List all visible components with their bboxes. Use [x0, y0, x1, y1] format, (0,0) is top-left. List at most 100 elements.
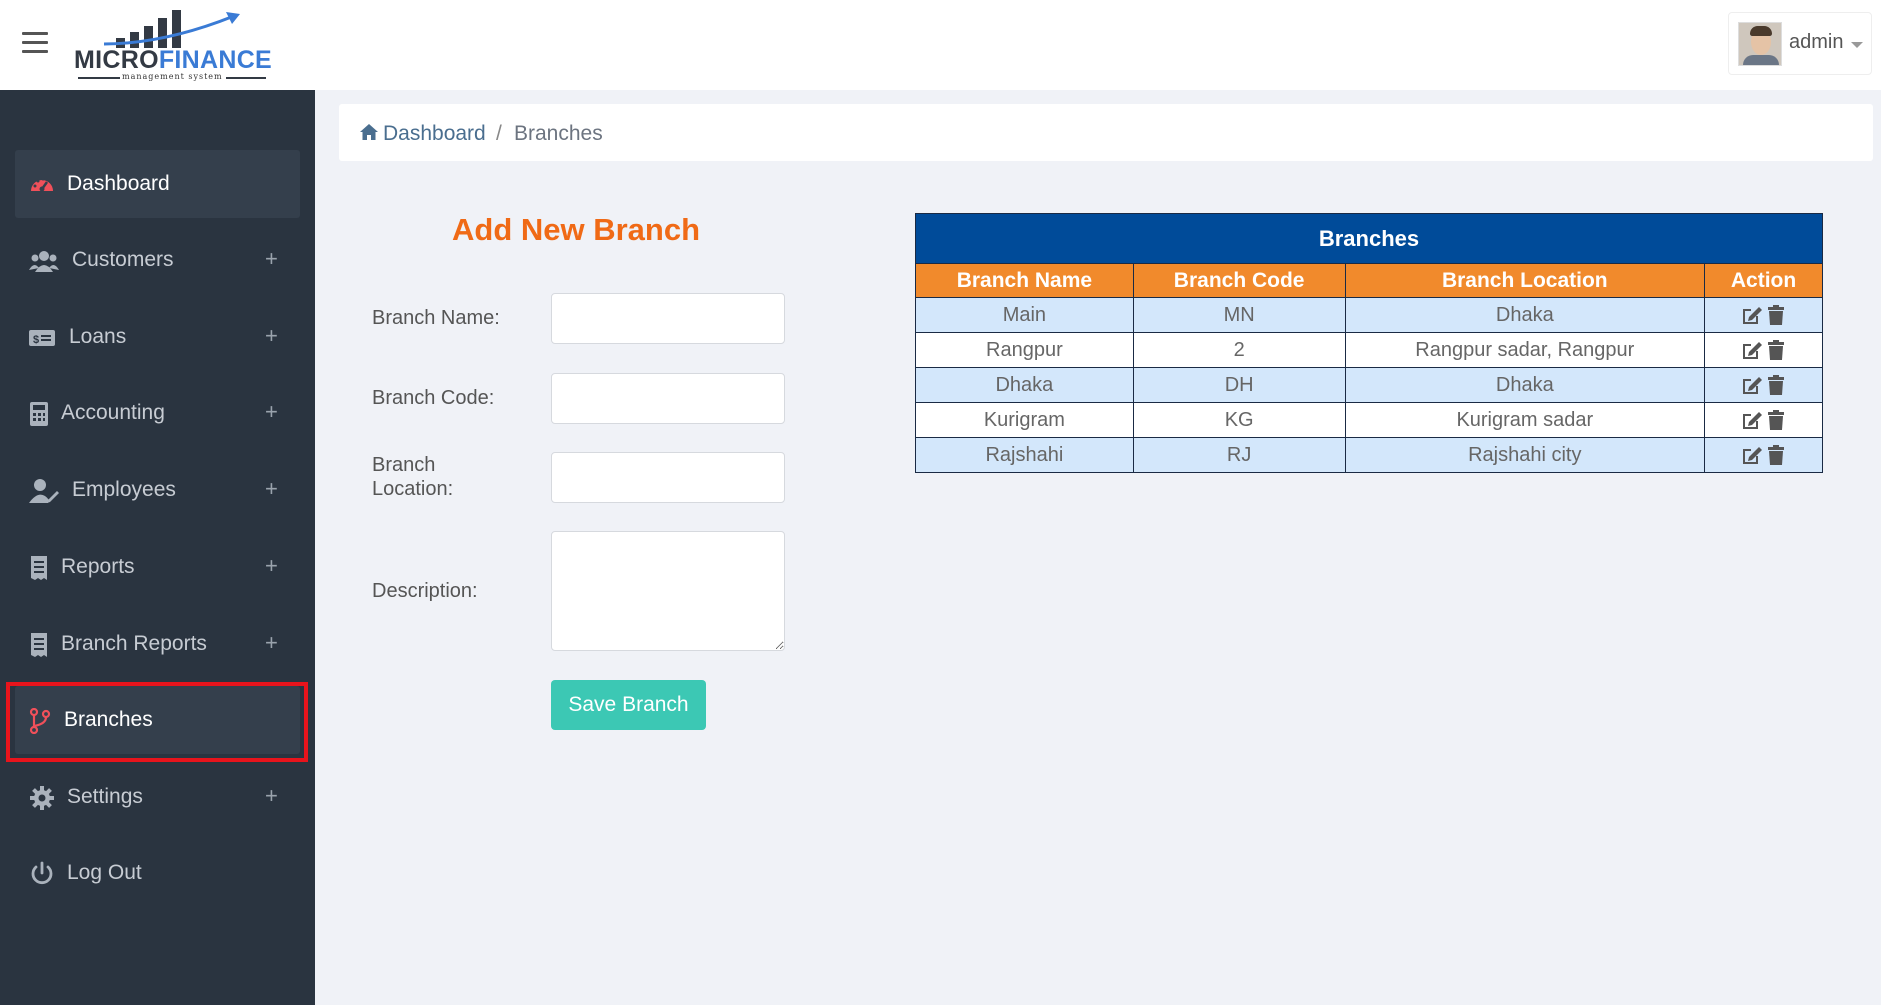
microfinance-logo[interactable]: MICROFINANCE management system [74, 4, 274, 82]
column-header-action: Action [1704, 263, 1823, 298]
gear-icon [30, 786, 54, 810]
trash-icon[interactable] [1765, 374, 1787, 396]
logo-chart-icon [103, 10, 240, 48]
sidebar-item-branch-reports[interactable]: Branch Reports + [15, 610, 300, 678]
cell-branch-location: Dhaka [1344, 297, 1706, 333]
sidebar-item-label: Branch Reports [61, 632, 207, 655]
sidebar-item-accounting[interactable]: Accounting + [15, 379, 300, 447]
cell-branch-location: Dhaka [1344, 367, 1706, 403]
edit-icon[interactable] [1741, 374, 1763, 396]
sidebar-item-label: Customers [72, 248, 174, 271]
expand-plus-icon: + [265, 476, 278, 501]
table-row: Rajshahi RJ Rajshahi city [915, 437, 1823, 473]
logo-underline-right [226, 77, 266, 79]
cell-branch-location: Kurigram sadar [1344, 402, 1706, 438]
branch-name-input[interactable] [551, 293, 785, 344]
cell-branch-name: Main [915, 297, 1134, 333]
cell-branch-code: 2 [1132, 332, 1346, 368]
description-label: Description: [372, 580, 478, 602]
description-textarea[interactable] [551, 531, 785, 651]
cell-branch-code: KG [1132, 402, 1346, 438]
user-name: admin [1789, 31, 1844, 53]
sidebar-item-logout[interactable]: Log Out [15, 839, 300, 907]
sidebar-item-loans[interactable]: $ Loans + [15, 303, 300, 371]
power-icon [31, 861, 53, 885]
sidebar-item-label: Log Out [67, 861, 142, 884]
svg-text:$: $ [33, 334, 39, 346]
edit-icon[interactable] [1741, 409, 1763, 431]
form-title: Add New Branch [452, 212, 701, 247]
trash-icon[interactable] [1765, 409, 1787, 431]
edit-icon[interactable] [1741, 444, 1763, 466]
branches-table: Branches Branch Name Branch Code Branch … [915, 213, 1823, 473]
save-branch-button[interactable]: Save Branch [551, 680, 706, 730]
edit-icon[interactable] [1741, 339, 1763, 361]
branch-location-label-line1: Branch [372, 454, 436, 476]
column-header-branch-location: Branch Location [1344, 263, 1706, 298]
cell-actions [1704, 402, 1823, 438]
cell-branch-name: Rangpur [915, 332, 1134, 368]
expand-plus-icon: + [265, 246, 278, 271]
branch-name-label: Branch Name: [372, 307, 500, 329]
column-header-branch-name: Branch Name [915, 263, 1134, 298]
branch-code-input[interactable] [551, 373, 785, 424]
receipt-icon [31, 556, 47, 580]
logo-wordmark: MICROFINANCE [74, 46, 273, 74]
user-edit-icon [29, 479, 59, 503]
sidebar-item-label: Accounting [61, 401, 165, 424]
table-row: Main MN Dhaka [915, 297, 1823, 333]
branch-location-label: Branch Location: [372, 453, 453, 501]
cell-branch-name: Rajshahi [915, 437, 1134, 473]
branch-code-label: Branch Code: [372, 387, 495, 409]
table-row: Dhaka DH Dhaka [915, 367, 1823, 403]
sidebar-item-dashboard[interactable]: Dashboard [15, 150, 300, 218]
money-bill-icon: $ [29, 330, 55, 346]
branch-location-label-line2: Location: [372, 478, 454, 500]
cell-actions [1704, 437, 1823, 473]
sidebar-item-label: Employees [72, 478, 176, 501]
sidebar-item-employees[interactable]: Employees + [15, 456, 300, 524]
logo-tagline: management system [122, 72, 223, 81]
sidebar: Dashboard Customers + $ Loans + Accounti… [0, 90, 315, 1005]
breadcrumb-separator: / [496, 122, 502, 145]
home-icon [360, 124, 378, 140]
sidebar-item-reports[interactable]: Reports + [15, 533, 300, 601]
sidebar-item-label: Dashboard [67, 172, 170, 195]
trash-icon[interactable] [1765, 444, 1787, 466]
calculator-icon [30, 402, 48, 426]
breadcrumb-current: Branches [514, 122, 603, 145]
table-row: Kurigram KG Kurigram sadar [915, 402, 1823, 438]
table-caption: Branches [915, 213, 1823, 264]
logo-underline-left [78, 77, 120, 79]
breadcrumb-home-link[interactable]: Dashboard [359, 122, 486, 146]
trash-icon[interactable] [1765, 304, 1787, 326]
expand-plus-icon: + [265, 323, 278, 348]
sidebar-item-customers[interactable]: Customers + [15, 226, 300, 294]
cell-branch-name: Dhaka [915, 367, 1134, 403]
cell-branch-code: DH [1132, 367, 1346, 403]
cell-branch-name: Kurigram [915, 402, 1134, 438]
sidebar-item-label: Settings [67, 785, 143, 808]
edit-icon[interactable] [1741, 304, 1763, 326]
cell-branch-location: Rajshahi city [1344, 437, 1706, 473]
sidebar-item-label: Loans [69, 325, 127, 348]
expand-plus-icon: + [265, 399, 278, 424]
cell-branch-code: RJ [1132, 437, 1346, 473]
cell-branch-location: Rangpur sadar, Rangpur [1344, 332, 1706, 368]
cell-actions [1704, 297, 1823, 333]
user-menu-dropdown[interactable]: admin [1728, 12, 1872, 75]
chevron-down-icon [1851, 42, 1863, 48]
trash-icon[interactable] [1765, 339, 1787, 361]
expand-plus-icon: + [265, 783, 278, 808]
highlight-box [6, 682, 308, 762]
hamburger-menu-icon[interactable] [22, 32, 48, 54]
expand-plus-icon: + [265, 630, 278, 655]
sidebar-item-settings[interactable]: Settings + [15, 763, 300, 831]
cell-actions [1704, 367, 1823, 403]
tachometer-icon [31, 177, 53, 192]
branch-location-input[interactable] [551, 452, 785, 503]
receipt-icon [31, 633, 47, 657]
sidebar-item-label: Reports [61, 555, 135, 578]
table-row: Rangpur 2 Rangpur sadar, Rangpur [915, 332, 1823, 368]
column-header-branch-code: Branch Code [1132, 263, 1346, 298]
